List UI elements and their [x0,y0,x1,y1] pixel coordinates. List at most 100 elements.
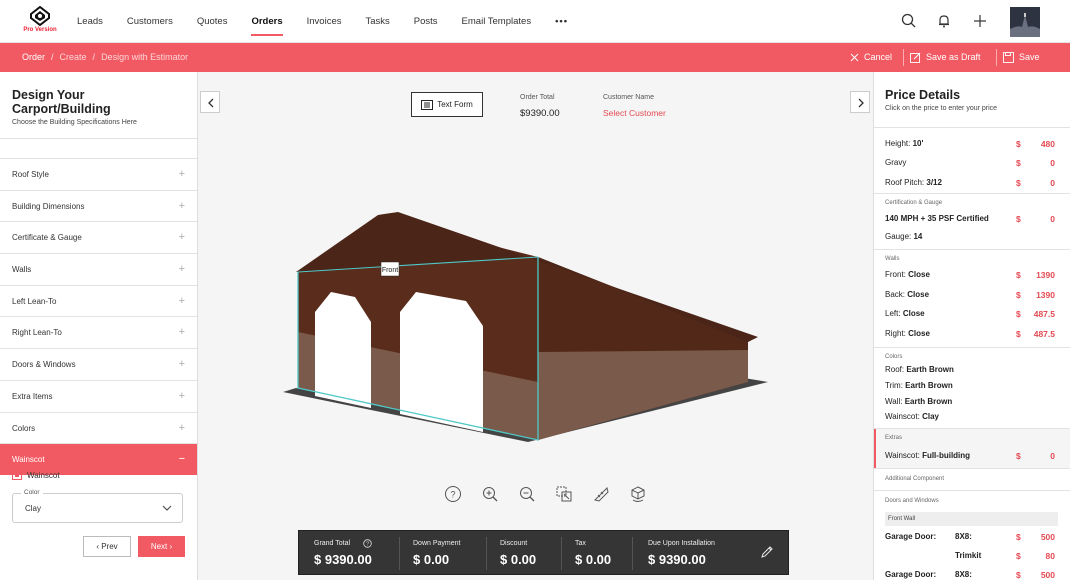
fit-screen-icon[interactable] [555,485,573,503]
section-list: Roof Style + Building Dimensions + Certifi… [0,138,197,475]
cancel-button[interactable]: Cancel [850,43,892,72]
price-extra-wainscot-row: Wainscot: Full-building [885,451,971,460]
wainscot-checkbox-row[interactable]: Wainscot [12,470,60,480]
expand-plus-icon: + [178,389,185,402]
app-logo[interactable]: Pro Version [20,6,60,38]
text-form-label: Text Form [437,100,473,109]
tax-value: $ 0.00 [575,552,612,567]
price-right-amount[interactable]: 487.5 [1034,329,1055,339]
price-back-amount[interactable]: 1390 [1036,290,1055,300]
section-right-lean-to[interactable]: Right Lean-To + [0,316,197,348]
help-icon[interactable]: ? [444,485,462,503]
nav-email-templates[interactable]: Email Templates [462,0,532,43]
measure-icon[interactable] [592,485,610,503]
order-total-value: $9390.00 [520,108,560,119]
bell-icon[interactable] [935,12,953,30]
price-roof-color-row: Roof: Earth Brown [885,365,954,374]
price-pitch-amount[interactable]: 0 [1050,178,1055,188]
expand-plus-icon: + [178,231,185,244]
add-icon[interactable] [971,12,989,30]
zoom-out-icon[interactable] [518,485,536,503]
price-cert-row: 140 MPH + 35 PSF Certified [885,214,989,223]
wainscot-checkbox[interactable] [12,470,22,480]
price-gauge-row: Gauge: 14 [885,232,923,241]
breadcrumb-current: Design with Estimator [101,52,189,62]
price-gravy-amount[interactable]: 0 [1050,158,1055,168]
rotate-3d-icon[interactable] [629,485,647,503]
color-select-label: Color [21,489,43,496]
pencil-icon[interactable] [760,545,774,559]
collapse-minus-icon: − [178,453,185,466]
price-garage-door-amount[interactable]: 500 [1041,532,1055,542]
section-building-dimensions[interactable]: Building Dimensions + [0,189,197,222]
nav-tasks[interactable]: Tasks [365,0,389,43]
price-cert-amount[interactable]: 0 [1050,214,1055,224]
chevron-left-icon [208,98,214,108]
nav-orders[interactable]: Orders [251,0,283,43]
expand-plus-icon: + [178,294,185,307]
totals-bar: Grand Total ? $ 9390.00 Down Payment $ 0… [298,530,789,575]
expand-plus-icon: + [178,421,185,434]
section-extra-items[interactable]: Extra Items + [0,379,197,412]
price-height-amount[interactable]: 480 [1041,139,1055,149]
price-section-extras: Extras Wainscot: Full-building $0 [874,428,1070,468]
nav-customers[interactable]: Customers [127,0,173,43]
search-icon[interactable] [900,12,918,30]
price-details-subtitle: Click on the price to enter your price [885,105,998,112]
main-nav: Leads Customers Quotes Orders Invoices T… [77,0,592,43]
user-avatar[interactable] [1010,7,1040,37]
price-trim-color-row: Trim: Earth Brown [885,381,953,390]
info-icon[interactable]: ? [363,539,372,548]
price-gravy-row: Gravy [885,158,907,167]
select-customer-link[interactable]: Select Customer [603,108,666,118]
save-button[interactable]: Save [1003,43,1040,72]
collapse-right-button[interactable] [850,91,870,113]
tax-block[interactable]: Tax $ 0.00 [561,531,632,576]
expand-plus-icon: + [178,358,185,371]
breadcrumb-create[interactable]: Create [60,52,87,62]
front-wall-subheader: Front Wall [885,512,1058,526]
expand-plus-icon: + [178,263,185,276]
next-button[interactable]: Next › [138,536,185,557]
discount-block[interactable]: Discount $ 0.00 [486,531,561,576]
section-left-lean-to[interactable]: Left Lean-To + [0,284,197,317]
nav-invoices[interactable]: Invoices [307,0,342,43]
grand-total-label: Grand Total [314,540,351,547]
price-details-title: Price Details [885,88,961,102]
section-colors[interactable]: Colors + [0,411,197,444]
save-label: Save [1019,52,1040,62]
discount-value: $ 0.00 [500,552,537,567]
nav-quotes[interactable]: Quotes [197,0,228,43]
expand-plus-icon: + [178,168,185,180]
garage-door-2 [400,292,483,432]
cancel-label: Cancel [864,52,893,62]
more-menu-icon[interactable]: ••• [555,0,568,43]
garage-door-size-2: 8X8: [955,570,972,579]
section-roof-style[interactable]: Roof Style + [0,158,197,190]
prev-button[interactable]: ‹ Prev [83,536,131,557]
price-front-amount[interactable]: 1390 [1036,270,1055,280]
action-bar: Order / Create / Design with Estimator Cance… [0,43,1070,72]
design-canvas: Text Form Order Total $9390.00 Customer … [198,72,873,580]
price-extra-wainscot-amount[interactable]: 0 [1050,451,1055,461]
building-3d-model[interactable]: Front [278,212,778,452]
price-left-amount[interactable]: 487.5 [1034,309,1055,319]
top-navbar: Pro Version Leads Customers Quotes Order… [0,0,1070,43]
grand-total-block: Grand Total ? $ 9390.00 [299,531,399,576]
price-trimkit-amount[interactable]: 80 [1046,551,1055,561]
price-section-doors: Doors and Windows Front Wall Garage Door… [874,490,1070,580]
section-doors-windows[interactable]: Doors & Windows + [0,348,197,380]
zoom-in-icon[interactable] [481,485,499,503]
section-walls[interactable]: Walls + [0,253,197,285]
color-select[interactable]: Color Clay [12,489,183,523]
price-garage-door-amount-2[interactable]: 500 [1041,570,1055,580]
down-payment-block[interactable]: Down Payment $ 0.00 [399,531,486,576]
breadcrumb-order[interactable]: Order [22,52,45,62]
text-form-button[interactable]: Text Form [411,92,483,117]
nav-posts[interactable]: Posts [414,0,438,43]
price-trimkit-row: Trimkit [955,551,982,560]
collapse-left-button[interactable] [200,91,220,113]
section-certificate-gauge[interactable]: Certificate & Gauge + [0,221,197,253]
save-draft-button[interactable]: Save as Draft [910,43,981,72]
nav-leads[interactable]: Leads [77,0,103,43]
